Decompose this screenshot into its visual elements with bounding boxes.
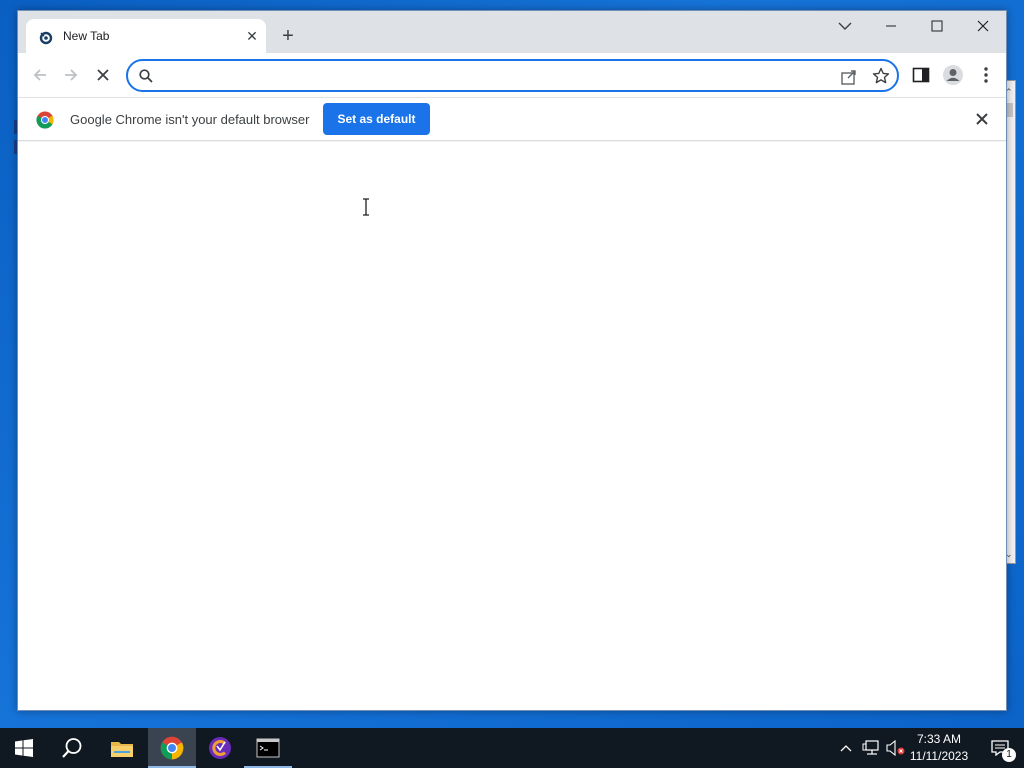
scrollbar-thumb[interactable] — [1007, 103, 1013, 117]
start-button[interactable] — [0, 728, 48, 768]
taskbar-clock[interactable]: 7:33 AM 11/11/2023 — [906, 731, 972, 765]
volume-muted-icon — [886, 740, 905, 756]
close-icon — [977, 20, 989, 32]
title-bar: New Tab ✕ + — [18, 11, 1006, 53]
minimize-button[interactable] — [868, 11, 914, 41]
tab-close-icon[interactable]: ✕ — [244, 28, 260, 44]
tab-title: New Tab — [63, 29, 110, 43]
set-as-default-button[interactable]: Set as default — [323, 103, 430, 135]
search-icon — [62, 738, 82, 758]
windows-logo-icon — [15, 739, 33, 757]
close-window-button[interactable] — [960, 11, 1006, 41]
taskbar: 7:33 AM 11/11/2023 1 — [0, 728, 1024, 768]
tab-new-tab[interactable]: New Tab ✕ — [26, 19, 266, 53]
chrome-taskbar-button[interactable] — [148, 728, 196, 768]
address-input[interactable] — [162, 65, 822, 87]
search-icon — [139, 69, 153, 83]
clock-time: 7:33 AM — [916, 732, 962, 746]
default-browser-infobar: Google Chrome isn't your default browser… — [18, 97, 1006, 141]
minimize-icon — [886, 25, 896, 27]
default-browser-message: Google Chrome isn't your default browser — [70, 112, 310, 127]
kebab-menu-icon[interactable] — [976, 64, 996, 86]
action-center-button[interactable]: 1 — [980, 728, 1020, 768]
notification-count-badge: 1 — [1002, 748, 1016, 762]
maximize-icon — [931, 20, 943, 32]
chrome-logo-icon — [36, 111, 54, 129]
chevron-up-icon — [840, 745, 852, 752]
forward-button[interactable] — [59, 63, 83, 87]
loading-favicon-icon — [39, 31, 53, 45]
terminal-icon — [256, 738, 280, 758]
chrome-icon — [160, 736, 184, 760]
bookmark-star-icon[interactable] — [872, 67, 890, 85]
folder-icon — [111, 742, 133, 757]
text-cursor-icon — [363, 198, 369, 216]
profile-avatar-icon[interactable] — [942, 64, 964, 86]
page-content[interactable] — [18, 142, 1006, 710]
show-hidden-icons-button[interactable] — [836, 728, 856, 768]
address-bar[interactable] — [126, 59, 899, 92]
ccleaner-taskbar-button[interactable] — [196, 728, 244, 768]
taskbar-search-button[interactable] — [48, 728, 96, 768]
tab-search-button[interactable] — [822, 11, 868, 41]
file-explorer-button[interactable] — [98, 728, 146, 768]
ccleaner-icon — [209, 737, 231, 759]
command-prompt-taskbar-button[interactable] — [244, 728, 292, 768]
share-icon[interactable] — [840, 68, 858, 86]
toolbar — [18, 53, 1006, 97]
arrow-left-icon — [33, 69, 46, 81]
chrome-window: New Tab ✕ + Google Chrome isn't your def… — [17, 10, 1007, 711]
arrow-right-icon — [65, 69, 78, 81]
network-icon — [862, 740, 879, 755]
back-button[interactable] — [28, 63, 52, 87]
stop-loading-button[interactable] — [91, 63, 115, 87]
maximize-button[interactable] — [914, 11, 960, 41]
volume-tray-button[interactable] — [884, 728, 908, 768]
close-icon[interactable] — [973, 110, 991, 128]
chevron-down-icon — [838, 22, 852, 30]
stop-x-icon — [97, 69, 109, 81]
network-tray-button[interactable] — [860, 728, 882, 768]
clock-date: 11/11/2023 — [909, 749, 969, 763]
side-panel-icon[interactable] — [911, 65, 931, 85]
new-tab-button[interactable]: + — [277, 25, 299, 47]
